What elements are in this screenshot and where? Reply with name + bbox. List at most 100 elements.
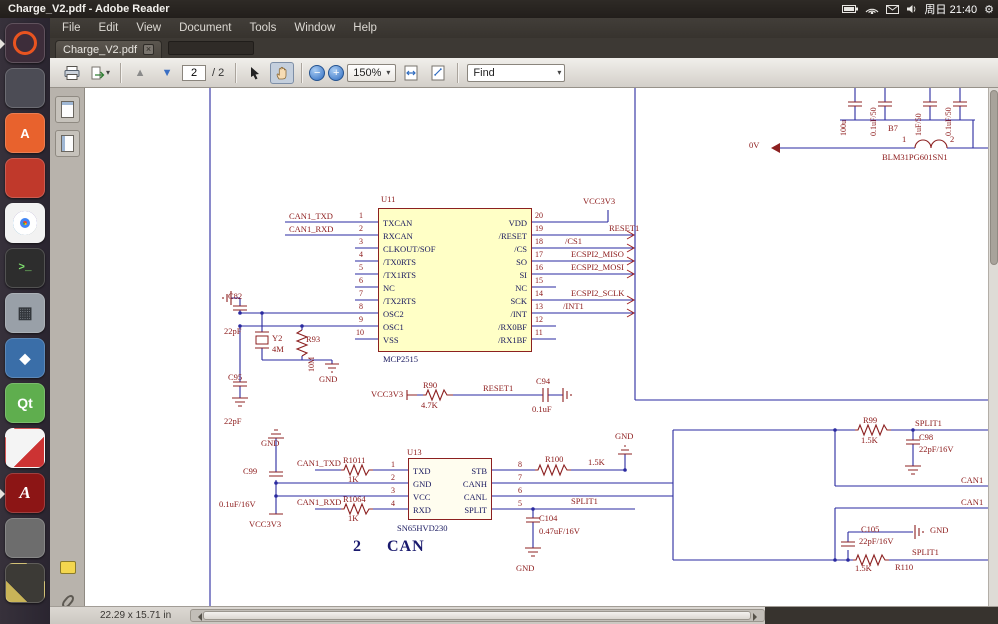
horizontal-scrollbar[interactable]: [190, 609, 765, 622]
menu-file[interactable]: File: [54, 20, 89, 36]
session-menu-icon[interactable]: ⚙: [984, 3, 994, 16]
find-input[interactable]: [471, 65, 558, 80]
hand-tool-button[interactable]: [270, 61, 295, 84]
menu-window[interactable]: Window: [286, 20, 343, 36]
pin-name: OSC1: [383, 322, 404, 332]
pin-name: VDD: [508, 218, 527, 228]
tab-close-icon[interactable]: ×: [143, 44, 154, 55]
ref-label: C105: [861, 524, 880, 534]
launcher-system-settings[interactable]: [5, 158, 45, 198]
launcher-qt-creator[interactable]: Qt: [5, 383, 45, 423]
cursor-icon: [251, 66, 260, 79]
pin-name: SI: [519, 270, 527, 280]
menu-view[interactable]: View: [128, 20, 169, 36]
page-total-label: / 2: [212, 66, 225, 79]
network-icon[interactable]: [865, 4, 879, 14]
icon-glyph: A: [19, 483, 31, 502]
value-label: 22pF: [224, 416, 242, 426]
ref-label: C98: [919, 432, 934, 442]
net-label: SPLIT1: [915, 418, 942, 428]
clock[interactable]: 周日 21:40: [925, 1, 978, 17]
net-label: ECSPI2_MOSI: [571, 262, 624, 272]
launcher-file-manager[interactable]: [5, 68, 45, 108]
document-size-label: 22.29 x 15.71 in: [100, 610, 172, 621]
value-label: 0.1uF/50: [944, 107, 953, 136]
menu-edit[interactable]: Edit: [91, 20, 127, 36]
value-label: 22pF: [224, 326, 242, 336]
fit-page-button[interactable]: [426, 62, 450, 84]
launcher-paint-tool[interactable]: [5, 428, 45, 468]
select-tool-button[interactable]: [243, 62, 267, 84]
gnd-label: GND: [516, 563, 535, 573]
vertical-scrollbar-thumb[interactable]: [990, 90, 998, 265]
pin-name: /INT: [510, 309, 527, 319]
next-page-button[interactable]: ▼: [155, 62, 179, 84]
launcher-terminal[interactable]: >_: [5, 248, 45, 288]
launcher-adobe-reader[interactable]: A: [0, 473, 45, 513]
scroll-left-arrow-icon[interactable]: [194, 613, 202, 621]
ref-label: B7: [888, 123, 898, 133]
previous-page-button[interactable]: ▲: [128, 62, 152, 84]
pin-number: 7: [518, 473, 522, 482]
launcher-word-processor[interactable]: A: [5, 113, 45, 153]
send-document-icon: [91, 66, 105, 79]
pin-name: CANH: [462, 479, 487, 489]
adobe-reader-window: File Edit View Document Tools Window Hel…: [50, 18, 998, 624]
launcher-notes-app[interactable]: [5, 563, 45, 603]
vertical-scrollbar[interactable]: [988, 88, 998, 606]
ref-label: C99: [243, 466, 258, 476]
pin-name: CANL: [463, 492, 487, 502]
volume-icon[interactable]: [906, 4, 918, 14]
sheet-number: 2: [353, 538, 362, 555]
zoom-level-combo[interactable]: 150% ▾: [347, 63, 397, 82]
net-label: VCC3V3: [371, 389, 404, 399]
print-button[interactable]: [60, 62, 84, 84]
value-label: 1.5K: [861, 435, 878, 445]
menu-help[interactable]: Help: [345, 20, 385, 36]
value-label: 1.5K: [588, 457, 605, 467]
scroll-right-arrow-icon[interactable]: [753, 613, 761, 621]
launcher-graphics-tool[interactable]: ◆: [5, 338, 45, 378]
launcher-chrome-browser[interactable]: [5, 203, 45, 243]
chevron-down-icon[interactable]: ▾: [557, 68, 561, 77]
zoom-in-button[interactable]: +: [328, 64, 345, 81]
launcher-screenshot-tool[interactable]: [5, 518, 45, 558]
battery-icon[interactable]: [841, 4, 858, 14]
pages-panel-button[interactable]: [55, 96, 80, 123]
pin-number: 14: [535, 289, 543, 298]
menu-tools[interactable]: Tools: [242, 20, 285, 36]
value-label: 1K: [348, 474, 359, 484]
launcher-dash-home[interactable]: [0, 23, 45, 63]
workspace: TXCAN RXCAN CLKOUT/SOF /TX0RTS /TX1RTS N…: [50, 88, 998, 610]
mail-icon[interactable]: [885, 4, 899, 14]
value-label: 4M: [272, 344, 284, 354]
up-arrow-icon: ▲: [134, 66, 146, 79]
launcher: A >_ ▦ ◆ Qt A: [0, 18, 50, 624]
fit-width-icon: [404, 65, 418, 80]
comments-panel-button[interactable]: [55, 554, 80, 581]
pin-name: RXD: [413, 505, 431, 515]
page-number-input[interactable]: [182, 64, 207, 81]
toolbar: ▾ ▲ ▼ / 2 − + 150% ▾: [50, 58, 998, 88]
zoom-out-button[interactable]: −: [309, 64, 326, 81]
pin-number: 16: [535, 263, 543, 272]
net-label: /INT1: [563, 301, 584, 311]
part-label: MCP2515: [383, 354, 418, 364]
page-thumbnail-icon: [61, 101, 74, 118]
tab-charge-v2[interactable]: Charge_V2.pdf ×: [55, 40, 162, 58]
value-label: 4.7K: [421, 400, 438, 410]
resistor-symbols: [295, 329, 891, 567]
value-label: 1uF/50: [914, 113, 923, 136]
net-label: CAN1_RXD: [297, 497, 342, 507]
horizontal-scrollbar-thumb[interactable]: [203, 611, 751, 620]
fit-width-button[interactable]: [399, 62, 423, 84]
pdf-page-canvas[interactable]: TXCAN RXCAN CLKOUT/SOF /TX0RTS /TX1RTS N…: [85, 88, 988, 606]
sheet-title: CAN: [387, 538, 425, 555]
ref-label: U11: [381, 194, 396, 204]
menu-document[interactable]: Document: [171, 20, 239, 36]
bookmarks-panel-button[interactable]: [55, 130, 80, 157]
launcher-calculator[interactable]: ▦: [5, 293, 45, 333]
printer-icon: [64, 65, 80, 80]
share-button[interactable]: ▾: [87, 62, 113, 84]
net-label: CAN1_TXD: [289, 211, 333, 221]
